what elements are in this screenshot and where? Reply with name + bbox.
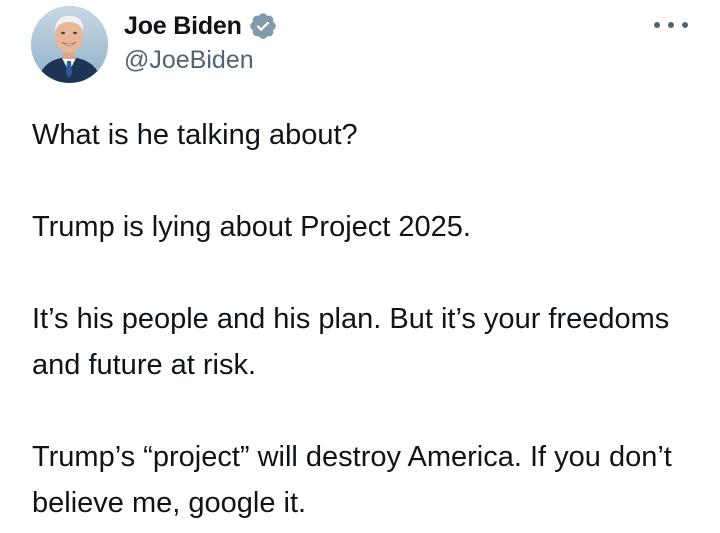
more-dot [668, 22, 674, 28]
tweet-paragraph: Trump is lying about Project 2025. [32, 211, 471, 243]
author-name-row: Joe Biden [124, 10, 278, 42]
tweet: Joe Biden @JoeBiden What is he talking a… [0, 0, 720, 533]
tweet-paragraph: What is he talking about? [32, 119, 358, 151]
avatar-image [31, 6, 108, 83]
avatar[interactable] [31, 6, 108, 83]
more-dot [682, 22, 688, 28]
more-options-icon[interactable] [654, 15, 688, 35]
tweet-paragraph: Trump’s “project” will destroy America. … [32, 441, 672, 519]
verified-badge-icon[interactable] [248, 11, 278, 41]
author-handle[interactable]: @JoeBiden [124, 46, 254, 75]
more-dot [654, 22, 660, 28]
author-display-name[interactable]: Joe Biden [124, 12, 242, 41]
tweet-paragraph: It’s his people and his plan. But it’s y… [32, 303, 670, 381]
tweet-text: What is he talking about? Trump is lying… [32, 112, 682, 526]
